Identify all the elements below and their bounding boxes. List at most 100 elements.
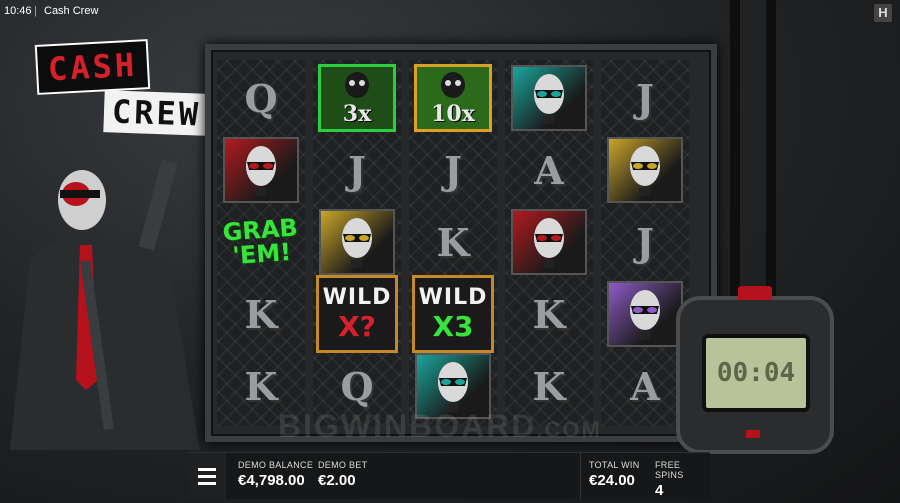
reel-symbol: K — [508, 280, 590, 348]
wild-label: WILD — [322, 285, 392, 310]
game-title: Cash Crew — [44, 5, 99, 17]
letter-symbol: K — [244, 363, 278, 409]
skull-mask-icon — [534, 74, 564, 124]
game-controls-bar: DEMO BALANCE €4,798.00 DEMO BET €2.00 TO… — [188, 452, 710, 499]
bet-value: €2.00 — [318, 472, 356, 489]
letter-symbol: J — [636, 75, 654, 121]
reel-symbol: GRAB 'EM! — [220, 208, 302, 276]
wild-symbol: WILD X3 — [412, 275, 494, 353]
gas-mask-icon — [441, 72, 465, 98]
reel-symbol — [508, 208, 590, 276]
reel-symbol: K — [412, 208, 494, 276]
status-bar: 10:46 | Cash Crew H — [0, 0, 900, 22]
reel-symbol: J — [316, 136, 398, 204]
masked-gangster-symbol — [319, 209, 395, 275]
reel-symbol: J — [412, 136, 494, 204]
masked-gangster-symbol — [607, 281, 683, 347]
skull-mask-icon — [438, 362, 468, 412]
reel-symbol: A — [604, 352, 686, 420]
timer-strap — [730, 0, 740, 300]
menu-icon — [198, 481, 216, 485]
letter-symbol: K — [436, 219, 470, 265]
reel-symbol — [316, 208, 398, 276]
skull-mask-icon — [630, 146, 660, 196]
reel-symbol — [508, 64, 590, 132]
skull-mask-icon — [246, 146, 276, 196]
masked-gangster-symbol — [607, 137, 683, 203]
wild-multiplier: X? — [338, 310, 376, 343]
reel-symbol: 3x — [316, 64, 398, 132]
wild-multiplier: X3 — [432, 310, 474, 343]
letter-symbol: K — [532, 363, 566, 409]
multiplier-symbol: 10x — [414, 64, 492, 132]
reel-4: A KK — [505, 60, 593, 426]
letter-symbol: Q — [340, 363, 374, 409]
free-spins-display: FREE SPINS 4 — [655, 460, 711, 499]
brand-logo-icon: H — [874, 4, 892, 22]
reel-symbol — [604, 136, 686, 204]
gas-mask-icon — [345, 72, 369, 98]
reel-frame: Q GRAB 'EM! K K 3x J WILD X? Q 10x J K WILD X3 A K K J J A — [205, 44, 717, 442]
stopwatch-top-button — [738, 286, 772, 300]
watermark: BIGWINBOARD.COM — [278, 408, 602, 444]
reel-2: 3x J WILD X? Q — [313, 60, 401, 426]
multiplier-symbol: 3x — [318, 64, 396, 132]
reel-symbol: J — [604, 64, 686, 132]
clock: 10:46 — [4, 5, 32, 17]
reel-symbol — [220, 136, 302, 204]
gangster-character-illustration — [10, 159, 200, 450]
skull-mask-icon — [342, 218, 372, 268]
letter-symbol: J — [348, 147, 366, 193]
balance-value: €4,798.00 — [238, 472, 305, 489]
skull-mask-icon — [630, 290, 660, 340]
letter-symbol: J — [636, 219, 654, 265]
bet-display[interactable]: DEMO BET €2.00 — [318, 460, 367, 489]
reel-symbol — [604, 280, 686, 348]
reel-symbol: WILD X? — [316, 275, 398, 353]
reel-symbol: A — [508, 136, 590, 204]
masked-gangster-symbol — [511, 65, 587, 131]
total-win-label: TOTAL WIN — [589, 460, 640, 470]
bet-label: DEMO BET — [318, 460, 368, 470]
stopwatch-display: 00:04 — [702, 334, 810, 412]
masked-gangster-symbol — [223, 137, 299, 203]
free-spins-label: FREE SPINS — [655, 460, 684, 480]
free-spins-value: 4 — [655, 482, 664, 499]
reel-symbol: 10x — [412, 64, 494, 132]
stopwatch-bottom-button — [746, 430, 760, 438]
menu-button[interactable] — [188, 453, 226, 499]
letter-symbol: A — [534, 147, 564, 193]
balance-label: DEMO BALANCE — [238, 460, 314, 470]
stopwatch: 00:04 — [676, 286, 834, 454]
letter-symbol: Q — [244, 75, 278, 121]
skull-mask-icon — [534, 218, 564, 268]
wild-symbol: WILD X? — [316, 275, 398, 353]
game-scene: 10:46 | Cash Crew H CASH CREW Q GRAB 'EM!… — [0, 0, 900, 503]
grab-em-scatter-symbol: GRAB 'EM! — [221, 213, 299, 270]
game-logo: CASH CREW — [34, 30, 226, 140]
total-win-display: TOTAL WIN €24.00 — [589, 460, 640, 489]
timer-strap — [766, 0, 776, 300]
reel-symbol: K — [220, 280, 302, 348]
reel-1: Q GRAB 'EM! K K — [217, 60, 305, 426]
letter-symbol: A — [630, 363, 660, 409]
total-win-value: €24.00 — [589, 472, 635, 489]
letter-symbol: K — [532, 291, 566, 337]
logo-line-cash: CASH — [34, 39, 151, 95]
multiplier-label: 10x — [431, 101, 475, 127]
title-separator: | — [34, 5, 37, 17]
menu-icon — [198, 467, 216, 471]
reel-symbol: WILD X3 — [412, 275, 494, 353]
letter-symbol: J — [444, 147, 462, 193]
reel-3: 10x J K WILD X3 — [409, 60, 497, 426]
balance-display: DEMO BALANCE €4,798.00 — [238, 460, 313, 489]
menu-icon — [198, 474, 216, 478]
reel-symbol: Q — [220, 64, 302, 132]
reel-symbol: J — [604, 208, 686, 276]
win-panel: TOTAL WIN €24.00 FREE SPINS 4 — [580, 453, 711, 499]
wild-label: WILD — [418, 285, 488, 310]
multiplier-label: 3x — [342, 101, 372, 127]
letter-symbol: K — [244, 291, 278, 337]
masked-gangster-symbol — [511, 209, 587, 275]
logo-line-crew: CREW — [103, 90, 210, 136]
